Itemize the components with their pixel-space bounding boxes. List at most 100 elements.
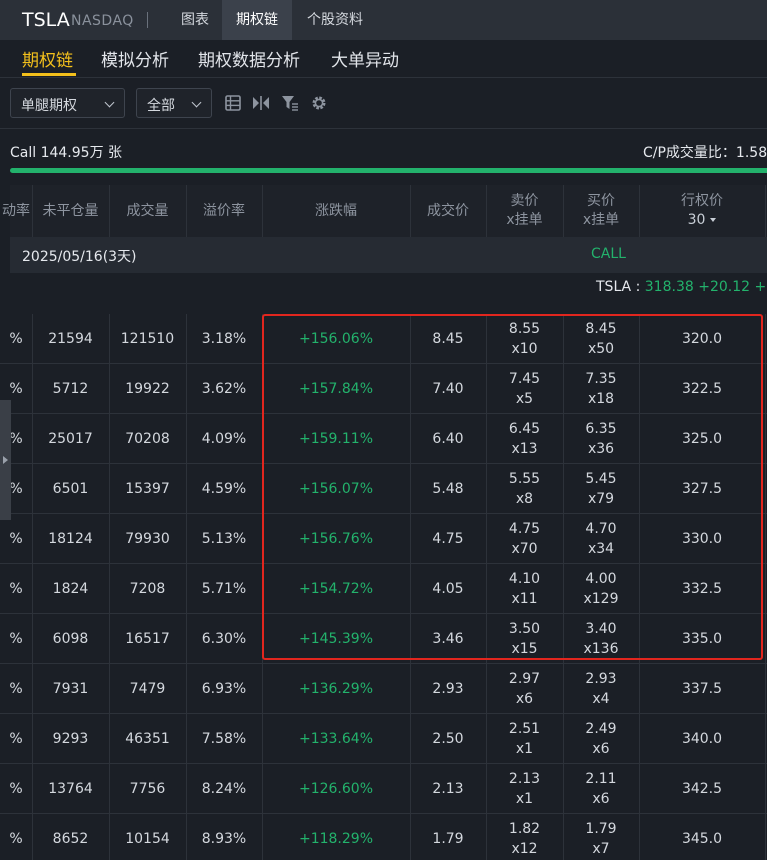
premium-cell: 3.62%	[201, 381, 247, 397]
bid-cell: 2.93 x4	[585, 671, 617, 707]
left-panel-handle[interactable]	[0, 400, 11, 520]
change-cell: +118.29%	[298, 831, 374, 847]
open-interest-cell: 7931	[52, 681, 89, 697]
table-row[interactable]: % 9293 46351 7.58% +133.64% 2.50 2.51 x1 2.49 x6 3…	[0, 714, 767, 764]
subtab-option-chain[interactable]: 期权链	[22, 46, 73, 71]
subtab-option-analysis[interactable]: 期权数据分析	[198, 46, 300, 71]
bid-cell: 2.49 x6	[585, 721, 617, 757]
volume-cell: 7208	[129, 581, 166, 597]
cp-ratio-label: C/P成交量比：1.58	[643, 145, 767, 161]
top-bar: TSLA NASDAQ 图表 期权链 个股资料	[0, 0, 767, 40]
premium-cell: 8.93%	[201, 831, 247, 847]
iv-cell: %	[9, 631, 23, 647]
bid-cell: 1.79 x7	[585, 821, 617, 857]
premium-cell: 6.93%	[201, 681, 247, 697]
volume-cell: 7479	[129, 681, 166, 697]
open-interest-cell: 6098	[52, 631, 89, 647]
column-header-open-interest[interactable]: 未平仓量	[32, 185, 109, 237]
premium-cell: 4.59%	[201, 481, 247, 497]
divider	[0, 77, 767, 78]
premium-cell: 4.09%	[201, 431, 247, 447]
column-header-premium[interactable]: 溢价率	[186, 185, 262, 237]
premium-cell: 8.24%	[201, 781, 247, 797]
table-row[interactable]: % 13764 7756 8.24% +126.60% 2.13 2.13 x1 2.11 x6 3…	[0, 764, 767, 814]
table-header: 动率 未平仓量 成交量 溢价率 涨跌幅 成交价 卖价 x挂单 买价 x挂单 行权价 3…	[2, 185, 767, 237]
caret-down-icon	[710, 218, 717, 222]
premium-cell: 5.13%	[201, 531, 247, 547]
column-header-last[interactable]: 成交价	[410, 185, 486, 237]
ticker-symbol: TSLA	[22, 9, 70, 31]
premium-cell: 6.30%	[201, 631, 247, 647]
premium-cell: 3.18%	[201, 331, 247, 347]
volume-cell: 70208	[125, 431, 170, 447]
volume-cell: 19922	[125, 381, 170, 397]
ask-cell: 2.97 x6	[508, 671, 541, 707]
strike-cell: 337.5	[681, 681, 723, 697]
open-interest-cell: 21594	[48, 331, 93, 347]
column-header-volume[interactable]: 成交量	[109, 185, 186, 237]
strike-cell: 340.0	[681, 731, 723, 747]
column-header-change[interactable]: 涨跌幅	[262, 185, 410, 237]
call-volume-label: Call 144.95万 张	[10, 145, 123, 161]
open-interest-cell: 18124	[48, 531, 93, 547]
column-header-bid[interactable]: 买价 x挂单	[563, 185, 639, 237]
subtab-simulation[interactable]: 模拟分析	[101, 46, 169, 71]
strategy-select[interactable]: 单腿期权	[10, 88, 125, 118]
active-tab-indicator	[22, 73, 76, 76]
premium-cell: 5.71%	[201, 581, 247, 597]
settings-icon[interactable]	[310, 94, 328, 112]
divider	[147, 12, 148, 28]
subtab-block-trades[interactable]: 大单异动	[331, 46, 399, 71]
list-view-icon[interactable]	[224, 94, 242, 112]
iv-cell: %	[9, 531, 23, 547]
iv-cell: %	[9, 581, 23, 597]
table-row[interactable]: % 8652 10154 8.93% +118.29% 1.79 1.82 x12 1.79 x7…	[0, 814, 767, 860]
call-side-label: CALL	[591, 246, 626, 262]
divider	[0, 128, 767, 129]
underlying-quote: TSLA : 318.38 +20.12 +6	[596, 279, 767, 295]
ask-cell: 2.51 x1	[508, 721, 541, 757]
last-price-cell: 2.93	[432, 681, 464, 697]
range-select[interactable]: 全部	[136, 88, 212, 118]
chevron-down-icon	[191, 97, 202, 108]
tab-chart[interactable]: 图表	[168, 0, 222, 40]
ask-cell: 2.13 x1	[508, 771, 541, 807]
volume-cell: 7756	[129, 781, 166, 797]
expiry-bar[interactable]: 2025/05/16(3天) CALL	[10, 237, 767, 273]
open-interest-cell: 6501	[52, 481, 89, 497]
iv-cell: %	[9, 781, 23, 797]
iv-cell: %	[9, 731, 23, 747]
change-cell: +126.60%	[298, 781, 374, 797]
strike-count: 30	[687, 212, 706, 228]
range-select-value: 全部	[147, 98, 175, 114]
chevron-down-icon	[104, 97, 115, 108]
change-cell: +136.29%	[298, 681, 374, 697]
column-header-ask[interactable]: 卖价 x挂单	[486, 185, 563, 237]
strike-cell: 342.5	[681, 781, 723, 797]
column-header-iv[interactable]: 动率	[0, 185, 32, 237]
chevron-right-icon	[3, 456, 8, 464]
volume-cell: 121510	[120, 331, 175, 347]
last-price-cell: 2.50	[432, 731, 464, 747]
expiry-date: 2025/05/16(3天)	[22, 249, 137, 265]
column-header-strike[interactable]: 行权价 30	[639, 185, 765, 237]
open-interest-cell: 13764	[48, 781, 93, 797]
premium-cell: 7.58%	[201, 731, 247, 747]
tab-option-chain[interactable]: 期权链	[222, 0, 292, 40]
volume-cell: 46351	[125, 731, 170, 747]
volume-cell: 16517	[125, 631, 170, 647]
tab-stock-profile[interactable]: 个股资料	[292, 0, 378, 40]
table-row[interactable]: % 7931 7479 6.93% +136.29% 2.93 2.97 x6 2.93 x4 33…	[0, 664, 767, 714]
highlight-box	[262, 314, 763, 660]
last-price-cell: 1.79	[432, 831, 464, 847]
exchange-label: NASDAQ	[71, 13, 134, 29]
call-put-ratio-bar	[10, 168, 767, 173]
iv-cell: %	[9, 331, 23, 347]
split-view-icon[interactable]	[252, 94, 270, 112]
sub-tabs: 期权链 模拟分析 期权数据分析 大单异动	[0, 40, 767, 78]
change-cell: +133.64%	[298, 731, 374, 747]
open-interest-cell: 5712	[52, 381, 89, 397]
open-interest-cell: 1824	[52, 581, 89, 597]
strike-cell: 345.0	[681, 831, 723, 847]
filter-icon[interactable]	[281, 94, 299, 112]
